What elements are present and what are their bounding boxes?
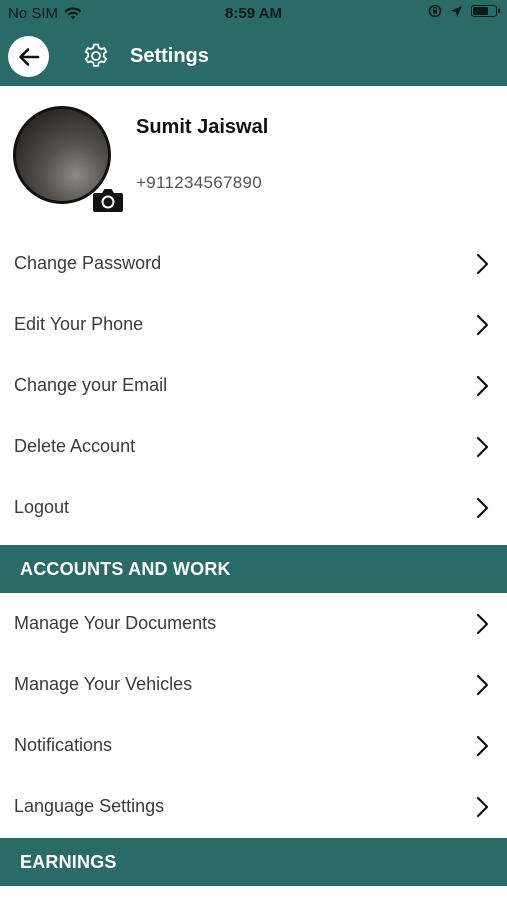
menu-item-logout[interactable]: Logout	[0, 477, 507, 538]
status-right	[428, 4, 500, 18]
menu-item-manage-documents[interactable]: Manage Your Documents	[0, 593, 507, 654]
menu-item-delete-account[interactable]: Delete Account	[0, 416, 507, 477]
chevron-right-icon	[476, 375, 489, 397]
chevron-right-icon	[476, 613, 489, 635]
menu-item-change-password[interactable]: Change Password	[0, 233, 507, 294]
app-header: Settings	[0, 26, 507, 86]
menu-item-label: Logout	[14, 497, 70, 517]
section-title: ACCOUNTS AND WORK	[20, 558, 231, 579]
gear-icon	[84, 43, 108, 67]
chevron-right-icon	[476, 735, 489, 757]
menu-item-label: Language Settings	[14, 796, 165, 816]
menu-item-label: Manage Your Vehicles	[14, 674, 193, 694]
chevron-right-icon	[476, 253, 489, 275]
menu-item-manage-vehicles[interactable]: Manage Your Vehicles	[0, 654, 507, 715]
back-button[interactable]	[8, 36, 49, 77]
chevron-right-icon	[476, 314, 489, 336]
chevron-right-icon	[476, 436, 489, 458]
profile-card: Sumit Jaiswal +911234567890	[0, 86, 507, 232]
chevron-right-icon	[476, 674, 489, 696]
menu-item-notifications[interactable]: Notifications	[0, 715, 507, 776]
section-title: EARNINGS	[20, 851, 117, 872]
status-bar: No SIM 8:59 AM	[0, 0, 507, 26]
location-arrow-icon	[451, 5, 462, 17]
menu-item-label: Notifications	[14, 735, 113, 755]
page-title: Settings	[130, 45, 209, 67]
profile-phone: +911234567890	[136, 173, 263, 192]
section-header-earnings: EARNINGS	[0, 838, 507, 886]
section-header-accounts-and-work: ACCOUNTS AND WORK	[0, 545, 507, 593]
menu-item-label: Manage Your Documents	[14, 613, 217, 633]
menu-item-label: Delete Account	[14, 436, 136, 456]
chevron-right-icon	[476, 796, 489, 818]
menu-item-change-email[interactable]: Change your Email	[0, 355, 507, 416]
orientation-lock-icon	[428, 4, 442, 18]
menu-item-label: Change your Email	[14, 375, 168, 395]
battery-fill	[473, 7, 488, 15]
menu-item-language-settings[interactable]: Language Settings	[0, 776, 507, 837]
back-arrow-icon	[18, 47, 39, 66]
camera-icon[interactable]	[92, 186, 124, 214]
menu-item-label: Edit Your Phone	[14, 314, 144, 334]
battery-icon	[471, 5, 500, 17]
chevron-right-icon	[476, 497, 489, 519]
menu-item-edit-phone[interactable]: Edit Your Phone	[0, 294, 507, 355]
menu-item-label: Change Password	[14, 253, 162, 273]
profile-name: Sumit Jaiswal	[136, 116, 269, 138]
